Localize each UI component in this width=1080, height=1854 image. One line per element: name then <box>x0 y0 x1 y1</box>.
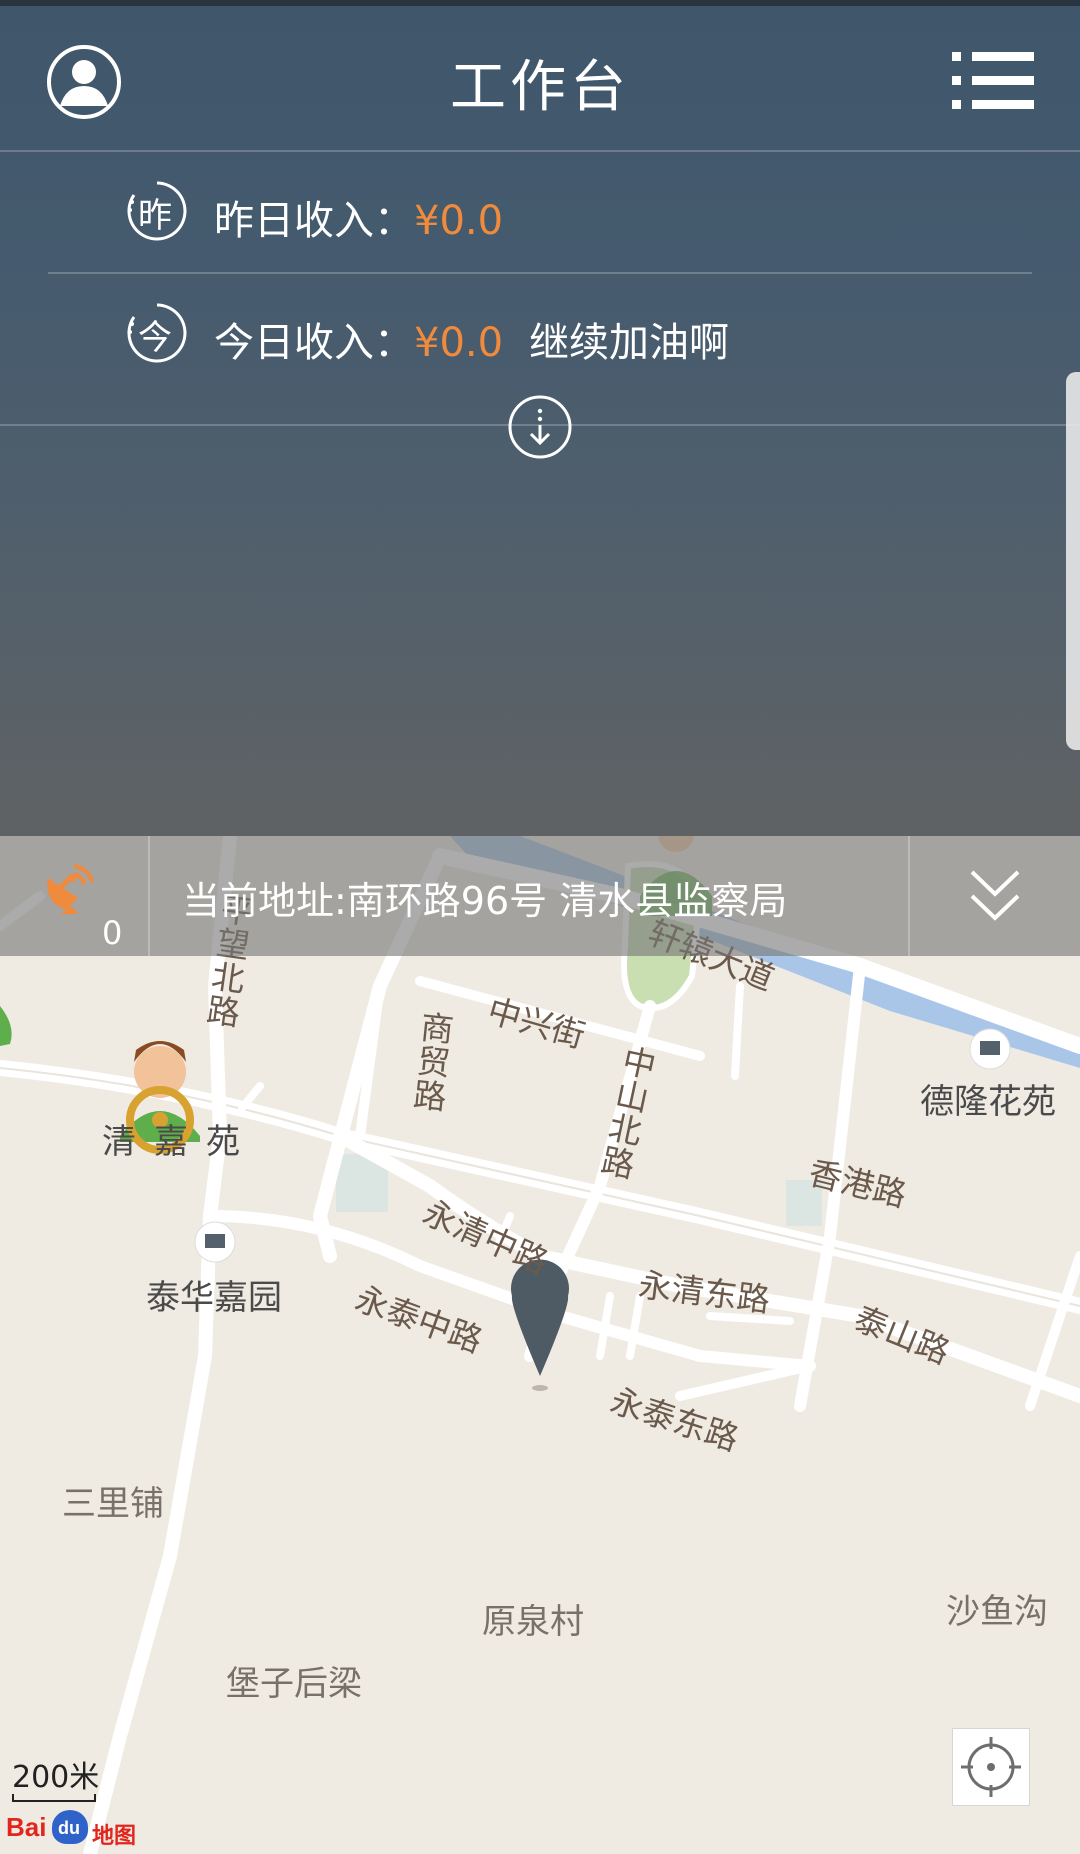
side-drawer-handle[interactable] <box>1066 372 1080 750</box>
double-chevron-down-icon <box>970 870 1020 921</box>
locate-button[interactable] <box>952 1728 1030 1806</box>
collapse-button[interactable] <box>908 836 1080 956</box>
map-view[interactable]: 轩辕大道 中兴街 商贸路 中山北路 平望北路 香港路 永清中路 永清东路 泰山路… <box>0 836 1080 1854</box>
yesterday-income-row: 昨 昨日收入：¥0.0 <box>0 158 1080 268</box>
divider <box>0 150 1080 152</box>
baidu-map-logo: Bai du 地图 <box>6 1808 146 1849</box>
area-label: 原泉村 <box>482 1602 584 1642</box>
place-label: 泰华嘉园 <box>146 1278 282 1318</box>
area-label: 三里铺 <box>62 1484 164 1524</box>
map-scale-label: 200米 <box>12 1760 100 1795</box>
expand-down-icon[interactable] <box>507 394 573 460</box>
map-scale-bar <box>12 1794 96 1802</box>
current-address-bar: 0 当前地址:南环路96号 清水县监察局 <box>0 836 1080 956</box>
dashboard-panel: 工作台 昨 昨日收入：¥0.0 今 今日收入：¥0.0 继续加油啊 <box>0 0 1080 836</box>
place-label: 清嘉苑 <box>102 1122 258 1162</box>
satellite-dish-icon <box>47 864 94 914</box>
gps-status[interactable]: 0 <box>0 836 150 956</box>
today-income-note: 继续加油啊 <box>529 320 730 366</box>
divider <box>48 272 1032 274</box>
logo-map-text: 地图 <box>92 1824 137 1849</box>
list-menu-icon[interactable] <box>952 50 1034 112</box>
today-income-label: 今日收入： <box>214 320 414 366</box>
yesterday-badge-text: 昨 <box>138 196 172 236</box>
page-title: 工作台 <box>450 55 630 120</box>
yesterday-income-label: 昨日收入： <box>214 198 414 244</box>
map-pin-icon <box>511 1259 569 1391</box>
today-badge-text: 今 <box>138 318 172 358</box>
logo-bai: Bai <box>6 1812 47 1842</box>
current-address: 当前地址:南环路96号 清水县监察局 <box>182 879 788 923</box>
area-label: 堡子后梁 <box>226 1664 362 1704</box>
locate-crosshair-icon <box>961 1737 1021 1797</box>
yesterday-income: 昨日收入：¥0.0 <box>214 188 503 246</box>
logo-du: du <box>58 1818 80 1838</box>
driver-avatar-icon[interactable] <box>0 1006 12 1046</box>
gps-count: 0 <box>102 914 123 952</box>
today-income-row: 今 今日收入：¥0.0 继续加油啊 <box>0 280 1080 390</box>
today-income: 今日收入：¥0.0 继续加油啊 <box>214 310 729 368</box>
area-label: 沙鱼沟 <box>946 1592 1048 1632</box>
yesterday-income-amount: ¥0.0 <box>414 198 504 244</box>
header: 工作台 <box>0 6 1080 150</box>
today-income-amount: ¥0.0 <box>414 320 504 366</box>
place-label: 德隆花苑 <box>920 1082 1056 1122</box>
